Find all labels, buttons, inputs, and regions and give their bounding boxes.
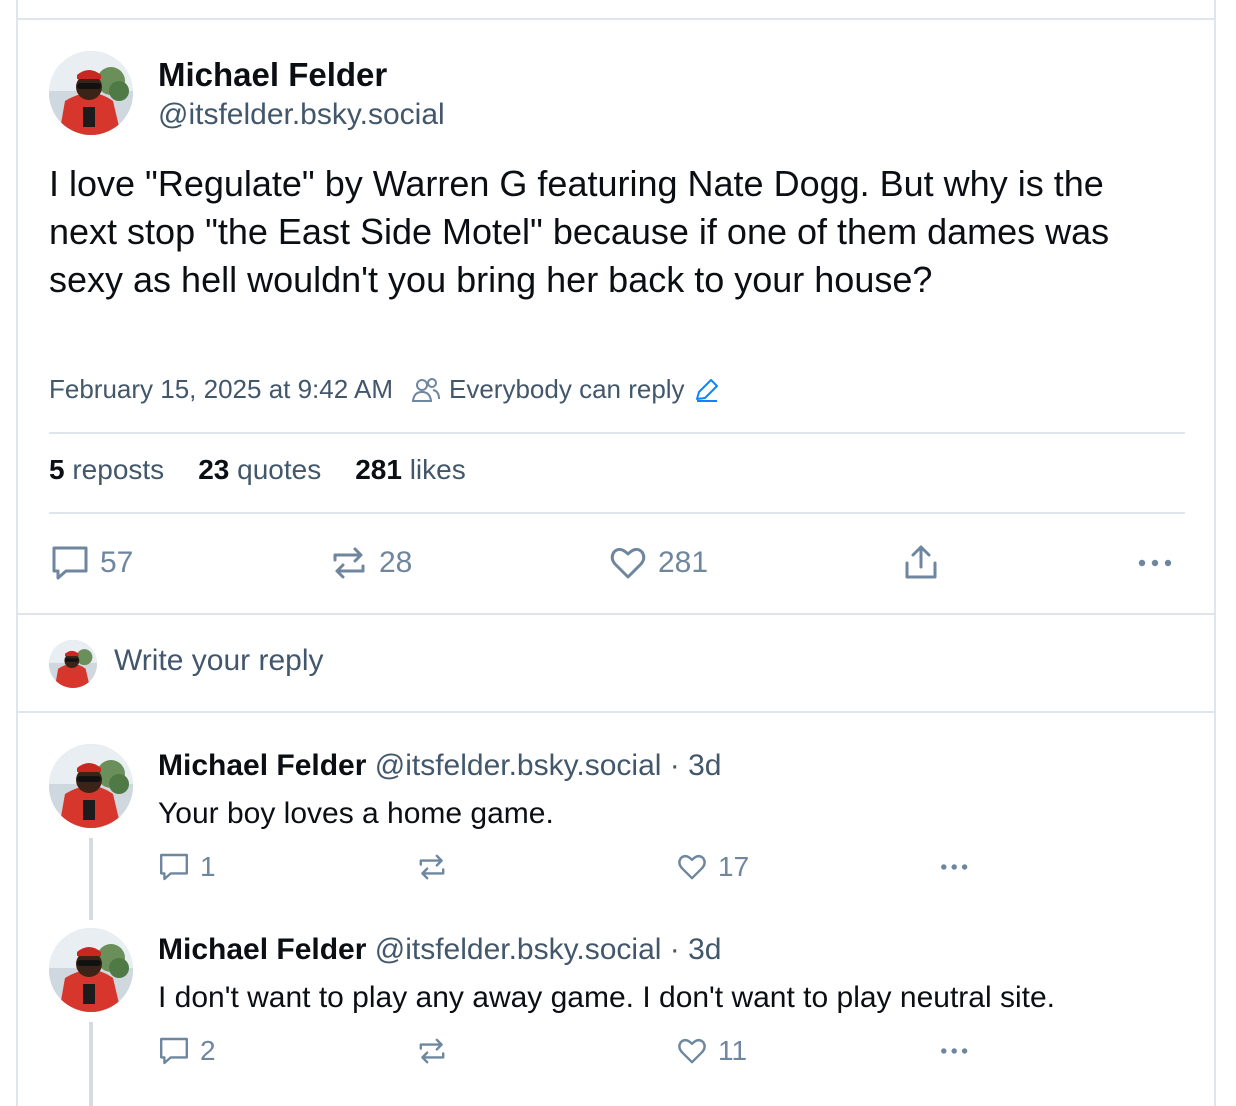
more-options-button[interactable] [1136, 543, 1176, 583]
ellipsis-icon [941, 1048, 968, 1054]
reply-like-button[interactable]: 17 [676, 851, 749, 883]
reply-count: 57 [100, 546, 134, 579]
top-divider [16, 18, 1216, 20]
reply-repost-button[interactable] [416, 1035, 458, 1067]
reply-author-name[interactable]: Michael Felder [158, 749, 366, 782]
speech-bubble-icon [52, 546, 88, 580]
reposts-count: 5 [49, 454, 65, 485]
reply-like-count: 11 [718, 1035, 748, 1066]
reply-like-count: 17 [718, 851, 750, 882]
reply-more-button[interactable] [938, 1035, 972, 1067]
likes-count: 281 [355, 454, 402, 485]
thread-line [89, 838, 93, 920]
reposts-stat[interactable]: 5 reposts [49, 454, 164, 486]
meta-divider [49, 432, 1185, 434]
reply-button[interactable]: 57 [50, 543, 133, 583]
post-timestamp: February 15, 2025 at 9:42 AM [49, 374, 393, 404]
avatar-image [49, 744, 133, 828]
reply-reply-count: 1 [200, 851, 216, 882]
reply-reply-button[interactable]: 2 [158, 1035, 216, 1067]
reply-reply-button[interactable]: 1 [158, 851, 216, 883]
heart-icon [678, 1038, 706, 1064]
reply-age: · 3d [669, 749, 722, 782]
post-meta: February 15, 2025 at 9:42 AM Everybody c… [49, 374, 729, 405]
speech-bubble-icon [160, 853, 188, 881]
repost-count: 28 [379, 546, 413, 579]
reply-like-button[interactable]: 11 [676, 1035, 747, 1067]
post-text: I love "Regulate" by Warren G featuring … [49, 163, 1110, 300]
repost-arrows-icon [419, 1038, 445, 1064]
repost-arrows-icon [419, 854, 445, 880]
reply-composer[interactable]: Write your reply [114, 644, 324, 678]
reply-setting[interactable]: Everybody can reply [449, 374, 685, 405]
ellipsis-icon [1138, 559, 1172, 567]
reply-age: · 3d [669, 933, 722, 966]
stats-divider [49, 512, 1185, 514]
reply-author-handle[interactable]: @itsfelder.bsky.social [375, 749, 662, 782]
quotes-label: quotes [237, 454, 322, 485]
people-icon [411, 377, 440, 402]
avatar-image [49, 51, 133, 135]
ellipsis-icon [941, 864, 968, 870]
reply-header: Michael Felder @itsfelder.bsky.social · … [158, 749, 721, 783]
reply-author-handle[interactable]: @itsfelder.bsky.social [375, 933, 662, 966]
reply-author-name[interactable]: Michael Felder [158, 933, 366, 966]
share-icon [905, 545, 937, 579]
reply-avatar[interactable] [49, 744, 133, 828]
author-avatar[interactable] [49, 51, 133, 135]
like-count: 281 [658, 546, 709, 579]
reply-text: I don't want to play any away game. I do… [158, 981, 1055, 1014]
post-stats: 5 reposts 23 quotes 281 likes [49, 454, 466, 486]
reply-repost-button[interactable] [416, 851, 458, 883]
reply-header: Michael Felder @itsfelder.bsky.social · … [158, 933, 721, 967]
reply-text: Your boy loves a home game. [158, 797, 554, 830]
share-button[interactable] [901, 543, 941, 583]
likes-stat[interactable]: 281 likes [355, 454, 466, 486]
avatar-image [49, 928, 133, 1012]
quotes-stat[interactable]: 23 quotes [198, 454, 321, 486]
likes-label: likes [409, 454, 466, 485]
author-name[interactable]: Michael Felder [158, 56, 387, 94]
actions-divider [16, 613, 1216, 615]
heart-icon [610, 547, 646, 579]
pencil-icon[interactable] [693, 377, 721, 403]
repost-arrows-icon [333, 547, 365, 579]
composer-divider [16, 711, 1216, 713]
reposts-label: reposts [72, 454, 165, 485]
quotes-count: 23 [198, 454, 230, 485]
avatar-image [49, 640, 97, 688]
reply-reply-count: 2 [200, 1035, 216, 1066]
composer-avatar [49, 640, 97, 688]
heart-icon [678, 854, 706, 880]
repost-button[interactable]: 28 [329, 543, 412, 583]
speech-bubble-icon [160, 1037, 188, 1065]
author-handle[interactable]: @itsfelder.bsky.social [158, 98, 445, 132]
thread-line [89, 1022, 93, 1106]
like-button[interactable]: 281 [608, 543, 708, 583]
reply-avatar[interactable] [49, 928, 133, 1012]
reply-more-button[interactable] [938, 851, 972, 883]
